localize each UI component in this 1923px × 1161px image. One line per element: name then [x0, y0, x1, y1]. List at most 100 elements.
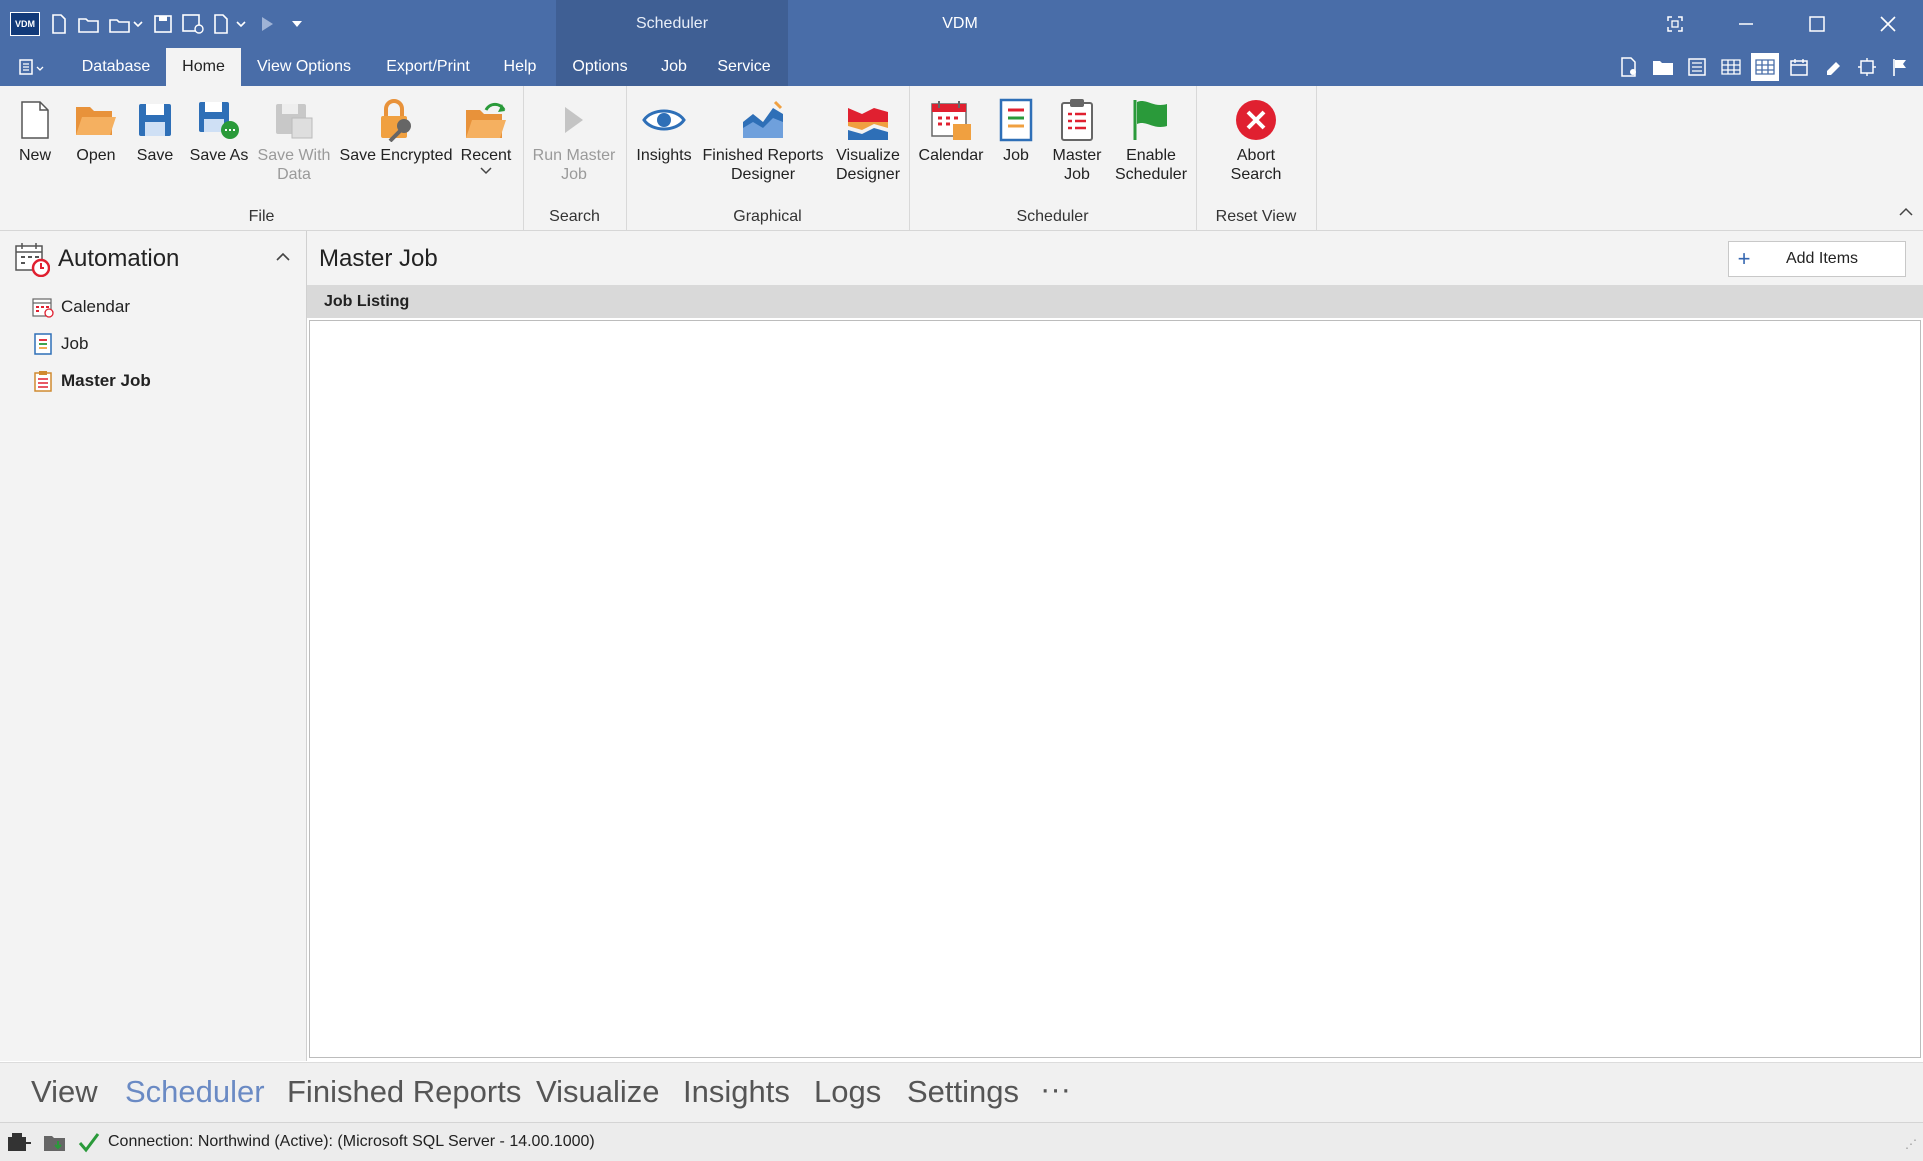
- clipboard-small-icon: [32, 370, 54, 392]
- job-button[interactable]: Job: [991, 98, 1041, 165]
- tab-job[interactable]: Job: [654, 48, 694, 86]
- list-view-icon[interactable]: [1683, 53, 1711, 81]
- open-label: Open: [76, 147, 116, 164]
- status-bar: Connection: Northwind (Active): (Microso…: [0, 1122, 1923, 1161]
- save-as-icon[interactable]: [182, 13, 204, 35]
- reset-view-group-label: Reset View: [1215, 208, 1297, 225]
- automation-header[interactable]: Automation: [14, 239, 294, 279]
- new-button[interactable]: New: [10, 98, 60, 165]
- sidebar-item-label: Calendar: [61, 297, 130, 316]
- graphical-group-label: Graphical: [733, 208, 802, 225]
- add-items-label: Add Items: [1785, 250, 1859, 267]
- save-button[interactable]: Save: [130, 98, 180, 165]
- tab-help[interactable]: Help: [494, 48, 546, 86]
- folder-icon[interactable]: [1649, 53, 1677, 81]
- sidebar-item-calendar[interactable]: Calendar: [32, 293, 130, 321]
- scheduler-group-label: Scheduler: [1016, 208, 1089, 225]
- tab-options[interactable]: Options: [564, 48, 636, 86]
- recent-button[interactable]: Recent: [456, 98, 516, 177]
- calendar-view-icon[interactable]: [1785, 53, 1813, 81]
- sidebar-item-job[interactable]: Job: [32, 330, 88, 358]
- enable-scheduler-button[interactable]: Enable Scheduler: [1111, 98, 1191, 184]
- automation-panel: Automation Calendar Job Master Job: [0, 231, 307, 1061]
- nav-scheduler[interactable]: Scheduler: [125, 1074, 265, 1110]
- save-as-label: Save As: [189, 147, 249, 164]
- maximize-icon[interactable]: [1781, 0, 1852, 48]
- job-listing-area[interactable]: [309, 320, 1921, 1058]
- run-master-job-button[interactable]: Run Master Job: [525, 98, 623, 184]
- nav-visualize[interactable]: Visualize: [536, 1074, 660, 1110]
- abort-search-button[interactable]: Abort Search: [1212, 98, 1300, 184]
- eraser-icon[interactable]: [1819, 53, 1847, 81]
- collapse-ribbon-icon[interactable]: [1899, 204, 1913, 220]
- calendar-label: Calendar: [918, 147, 984, 164]
- run-icon[interactable]: [256, 13, 278, 35]
- flag-icon[interactable]: [1887, 53, 1915, 81]
- fit-icon[interactable]: [1853, 53, 1881, 81]
- checkmark-icon: [76, 1130, 102, 1154]
- grid-view-icon[interactable]: [1717, 53, 1745, 81]
- finished-reports-designer-label-line1: Finished Reports: [702, 147, 824, 164]
- recent-folder-large-icon: [464, 98, 508, 142]
- new-label: New: [18, 147, 51, 164]
- quick-access-toolbar: VDM: [10, 10, 308, 38]
- save-icon[interactable]: [152, 13, 174, 35]
- search-group-label: Search: [549, 208, 600, 225]
- finished-reports-designer-button[interactable]: Finished Reports Designer: [700, 98, 826, 184]
- insights-label: Insights: [636, 147, 692, 164]
- add-items-button[interactable]: + Add Items: [1728, 241, 1906, 277]
- insights-button[interactable]: Insights: [634, 98, 694, 165]
- context-title: Scheduler: [635, 15, 709, 32]
- enable-scheduler-label-line2: Scheduler: [1114, 166, 1188, 183]
- file-menu-icon[interactable]: [14, 56, 50, 78]
- file-group: New Open Save Save As Save With Data Sav…: [0, 86, 524, 230]
- nav-insights[interactable]: Insights: [683, 1074, 790, 1110]
- open-folder-icon[interactable]: [78, 13, 100, 35]
- run-master-job-label-line2: Job: [561, 166, 587, 183]
- stacked-area-icon: [846, 98, 890, 142]
- job-document-icon: [994, 98, 1038, 142]
- settings-doc-icon[interactable]: [1615, 53, 1643, 81]
- ribbon: New Open Save Save As Save With Data Sav…: [0, 86, 1923, 231]
- nav-finished-reports[interactable]: Finished Reports: [287, 1074, 521, 1110]
- save-as-button[interactable]: Save As: [186, 98, 252, 165]
- nav-view[interactable]: View: [31, 1074, 98, 1110]
- recent-folder-icon[interactable]: [108, 13, 144, 35]
- new-file-icon[interactable]: [48, 13, 70, 35]
- tile-view-icon[interactable]: [1751, 53, 1779, 81]
- title-bar: VDM Scheduler VDM: [0, 0, 1923, 86]
- search-group: Run Master Job Search: [523, 86, 627, 230]
- connection-icon[interactable]: [6, 1130, 32, 1154]
- calendar-button[interactable]: Calendar: [917, 98, 985, 165]
- tab-view-options[interactable]: View Options: [246, 48, 362, 86]
- file-group-label: File: [248, 208, 275, 225]
- nav-settings[interactable]: Settings: [907, 1074, 1019, 1110]
- customize-qat-icon[interactable]: [286, 13, 308, 35]
- open-folder-large-icon: [74, 98, 118, 142]
- eye-icon: [642, 98, 686, 142]
- master-job-label-line1: Master: [1052, 147, 1102, 164]
- tab-service[interactable]: Service: [712, 48, 776, 86]
- close-icon[interactable]: [1852, 0, 1923, 48]
- visualize-designer-button[interactable]: Visualize Designer: [832, 98, 904, 184]
- automation-title: Automation: [58, 245, 180, 272]
- export-icon[interactable]: [212, 13, 248, 35]
- save-encrypted-button[interactable]: Save Encrypted: [338, 98, 454, 165]
- download-folder-icon[interactable]: [42, 1130, 68, 1154]
- save-with-data-button[interactable]: Save With Data: [256, 98, 332, 184]
- master-job-button[interactable]: Master Job: [1047, 98, 1107, 184]
- tab-export-print[interactable]: Export/Print: [370, 48, 486, 86]
- resize-grip-icon[interactable]: ⋰: [1905, 1137, 1917, 1151]
- tab-home[interactable]: Home: [166, 48, 241, 86]
- nav-logs[interactable]: Logs: [814, 1074, 881, 1110]
- open-button[interactable]: Open: [66, 98, 126, 165]
- reset-view-group: Abort Search Reset View: [1196, 86, 1317, 230]
- fullscreen-icon[interactable]: [1639, 0, 1710, 48]
- save-with-data-label-line1: Save With: [257, 147, 331, 164]
- nav-more[interactable]: ···: [1040, 1071, 1071, 1107]
- minimize-icon[interactable]: [1710, 0, 1781, 48]
- chevron-up-icon[interactable]: [276, 249, 290, 265]
- tab-database[interactable]: Database: [70, 48, 162, 86]
- sidebar-item-master-job[interactable]: Master Job: [32, 367, 151, 395]
- save-disk-icon: [133, 98, 177, 142]
